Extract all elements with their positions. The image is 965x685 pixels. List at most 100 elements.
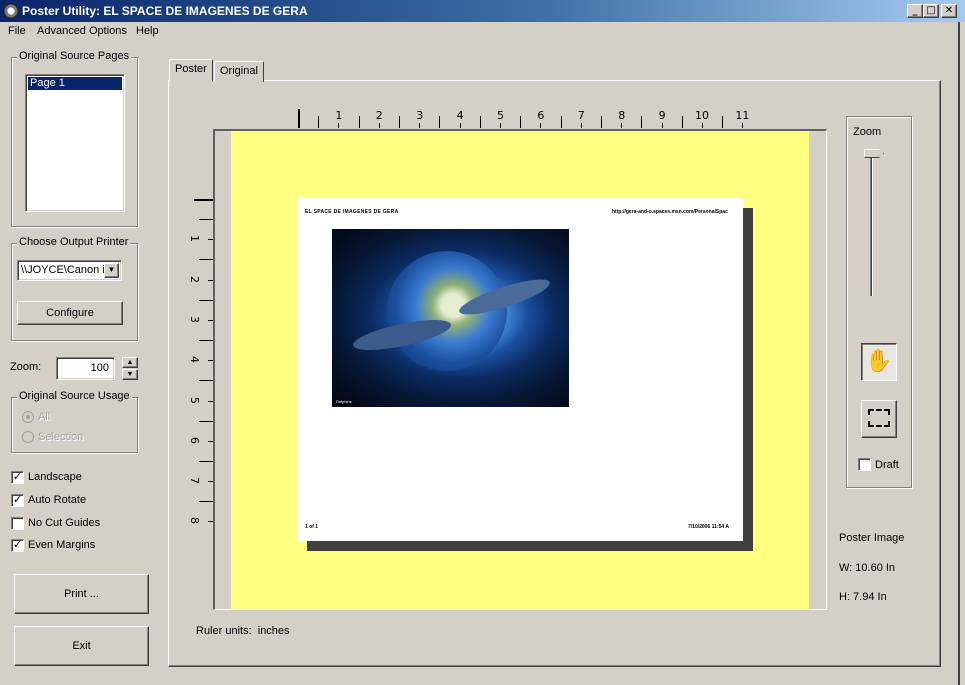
ruler-units-label: Ruler units: inches	[196, 625, 290, 637]
ruler-label: 9	[658, 109, 666, 122]
ruler-half-tick	[318, 116, 320, 128]
ruler-half-tick	[479, 116, 481, 128]
landscape-checkbox[interactable]: ✓	[11, 471, 24, 484]
ruler-half-tick	[199, 420, 213, 422]
ruler-origin-tick	[194, 199, 213, 201]
maximize-button[interactable]: □	[923, 4, 939, 18]
title-bar: Poster Utility: EL SPACE DE IMAGENES DE …	[0, 0, 965, 22]
close-button[interactable]: ✕	[941, 4, 957, 18]
ruler-label: 4	[456, 109, 464, 122]
zoom-label: Zoom:	[10, 361, 42, 373]
ruler-major-tick	[338, 123, 340, 128]
poster-image[interactable]: Dolphins	[332, 229, 569, 407]
ruler-label: 7	[188, 477, 201, 485]
page-footer-count: 1 of 1	[305, 524, 319, 530]
ruler-label: 10	[695, 109, 709, 122]
select-tool-button[interactable]	[861, 400, 897, 438]
print-button[interactable]: Print ...	[14, 574, 149, 614]
auto-rotate-checkbox[interactable]: ✓	[11, 494, 24, 507]
ruler-major-tick	[661, 123, 663, 128]
ruler-half-tick	[681, 116, 683, 128]
ruler-half-tick	[199, 380, 213, 382]
source-pages-label: Original Source Pages	[17, 50, 132, 62]
configure-button[interactable]: Configure	[17, 301, 123, 325]
ruler-label: 2	[375, 109, 383, 122]
ruler-major-tick	[500, 123, 501, 128]
ruler-major-tick	[419, 123, 421, 128]
zoom-up-button[interactable]: ▲	[122, 357, 138, 368]
source-usage-label: Original Source Usage	[17, 390, 132, 402]
image-caption: Dolphins	[336, 399, 352, 404]
no-cut-guides-checkbox[interactable]	[11, 517, 24, 530]
ruler-label: 11	[735, 109, 750, 122]
even-margins-checkbox[interactable]: ✓	[11, 539, 24, 552]
ruler-half-tick	[641, 116, 643, 128]
ruler-label: 7	[577, 109, 585, 122]
window-edge	[958, 22, 960, 685]
ruler-label: 5	[188, 396, 201, 404]
zoom-input[interactable]: 100	[56, 357, 115, 380]
list-item-page-1[interactable]: Page 1	[28, 77, 122, 90]
zoom-down-button[interactable]: ▼	[122, 369, 138, 380]
ruler-half-tick	[199, 219, 213, 221]
ruler-half-tick	[601, 116, 602, 128]
page-header-title: EL SPACE DE IMAGENES DE GERA	[305, 209, 399, 215]
hand-icon: ✋	[865, 348, 893, 373]
source-usage-group	[11, 397, 138, 453]
ruler-half-tick	[439, 116, 441, 128]
ruler-major-tick	[742, 123, 744, 128]
ruler-half-tick	[722, 116, 724, 128]
ruler-label: 8	[188, 517, 201, 525]
ruler-label: 1	[335, 109, 343, 122]
radio-all-label: All	[38, 411, 51, 423]
ruler-label: 3	[416, 109, 424, 122]
ruler-half-tick	[199, 299, 213, 301]
poster-height: H: 7.94 In	[839, 591, 887, 603]
pan-tool-button[interactable]: ✋	[861, 343, 897, 381]
minimize-button[interactable]: _	[907, 4, 923, 18]
printer-select[interactable]: \\JOYCE\Canon iP ▼	[17, 260, 122, 281]
ruler-label: 3	[188, 315, 201, 323]
ruler-label: 8	[618, 109, 626, 122]
ruler-major-tick	[540, 123, 542, 128]
ruler-origin-tick	[298, 109, 300, 128]
ruler-half-tick	[358, 116, 360, 128]
exit-button[interactable]: Exit	[14, 626, 149, 666]
ruler-label: 4	[188, 356, 201, 364]
marquee-icon	[868, 409, 890, 427]
ruler-major-tick	[459, 123, 461, 128]
ruler-half-tick	[560, 116, 562, 128]
ruler-label: 6	[537, 109, 545, 122]
ruler-label: 6	[188, 436, 201, 444]
printer-label: Choose Output Printer	[17, 236, 131, 248]
ruler-label: 1	[188, 235, 201, 243]
menu-help[interactable]: Help	[136, 25, 159, 37]
poster-image-label: Poster Image	[839, 532, 905, 544]
source-pages-list[interactable]: Page 1	[25, 74, 125, 212]
ruler-half-tick	[520, 116, 522, 128]
menu-file[interactable]: File	[8, 25, 26, 37]
printer-dropdown-arrow[interactable]: ▼	[104, 263, 119, 278]
tab-original[interactable]: Original	[214, 61, 264, 82]
ruler-major-tick	[378, 123, 380, 128]
auto-rotate-label: Auto Rotate	[28, 494, 87, 506]
page-header-url: http://gera-and-o.spaces.msn.com/Persona…	[612, 209, 728, 215]
radio-selection[interactable]	[22, 431, 34, 443]
ruler-half-tick	[199, 340, 213, 342]
draft-checkbox[interactable]	[858, 458, 871, 471]
menu-advanced-options[interactable]: Advanced Options	[37, 25, 127, 37]
ruler-major-tick	[702, 123, 703, 128]
ruler-label: 2	[188, 275, 201, 283]
radio-all[interactable]	[22, 411, 34, 423]
ruler-half-tick	[199, 460, 213, 462]
ruler-half-tick	[199, 501, 213, 503]
no-cut-guides-label: No Cut Guides	[28, 517, 101, 529]
even-margins-label: Even Margins	[28, 539, 96, 551]
zoom-slider-track[interactable]	[870, 156, 873, 296]
landscape-label: Landscape	[28, 471, 82, 483]
draft-label: Draft	[875, 459, 899, 471]
ruler-major-tick	[621, 123, 623, 128]
tab-poster[interactable]: Poster	[169, 59, 213, 82]
zoom-value: 100	[90, 362, 109, 374]
ruler-major-tick	[580, 123, 582, 128]
